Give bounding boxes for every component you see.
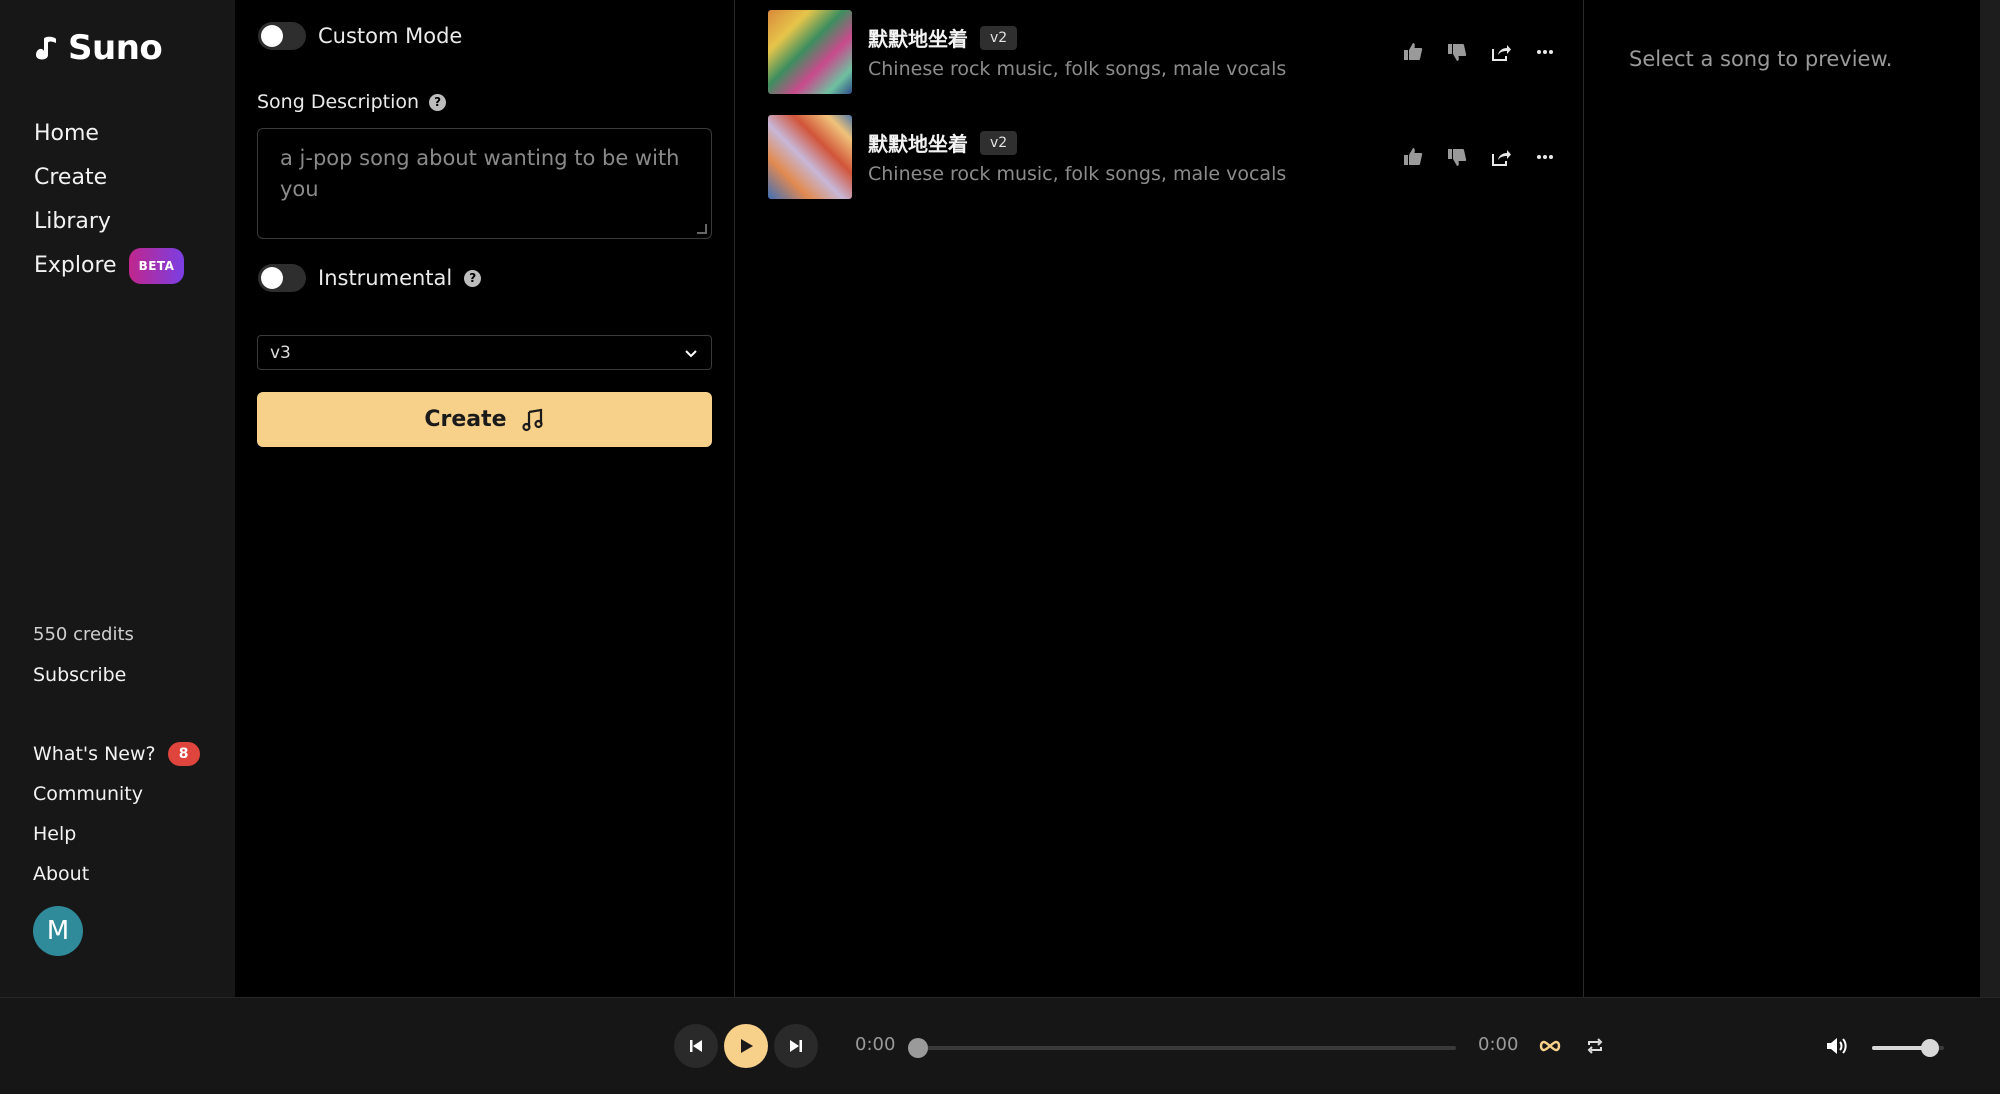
song-actions bbox=[1402, 146, 1556, 168]
song-title-row: 默默地坐着 v2 bbox=[868, 128, 1402, 157]
song-cover-image[interactable] bbox=[768, 114, 852, 199]
skip-previous-icon bbox=[690, 1040, 702, 1052]
help-link[interactable]: Help bbox=[33, 814, 200, 854]
volume-knob[interactable] bbox=[1920, 1039, 1939, 1057]
credits-count: 550 credits bbox=[33, 624, 134, 645]
nav-library[interactable]: Library bbox=[34, 200, 184, 244]
repeat-button[interactable] bbox=[1582, 1033, 1608, 1059]
song-description-input[interactable]: a j-pop song about wanting to be with yo… bbox=[257, 128, 712, 239]
main-nav: Home Create Library Explore BETA bbox=[34, 112, 185, 288]
song-info: 默默地坐着 v2 Chinese rock music, folk songs,… bbox=[868, 23, 1402, 80]
play-icon bbox=[741, 1039, 753, 1053]
song-item[interactable]: 默默地坐着 v2 Chinese rock music, folk songs,… bbox=[768, 9, 1568, 94]
song-actions bbox=[1402, 41, 1556, 63]
instrumental-label: Instrumental bbox=[318, 266, 453, 290]
song-description-text: a j-pop song about wanting to be with yo… bbox=[280, 146, 680, 201]
repeat-icon bbox=[1587, 1038, 1603, 1054]
share-icon[interactable] bbox=[1490, 41, 1512, 63]
thumbs-up-icon[interactable] bbox=[1402, 41, 1424, 63]
custom-mode-label: Custom Mode bbox=[318, 24, 463, 48]
custom-mode-toggle[interactable] bbox=[258, 22, 306, 50]
song-title[interactable]: 默默地坐着 bbox=[868, 128, 968, 157]
about-link[interactable]: About bbox=[33, 854, 200, 894]
volume-icon bbox=[1827, 1038, 1847, 1054]
more-options-icon[interactable] bbox=[1534, 41, 1556, 63]
logo-text: Suno bbox=[68, 28, 163, 68]
volume-slider[interactable] bbox=[1872, 1039, 1944, 1057]
thumbs-up-icon[interactable] bbox=[1402, 146, 1424, 168]
notification-badge: 8 bbox=[167, 742, 200, 766]
song-list: 默默地坐着 v2 Chinese rock music, folk songs,… bbox=[735, 0, 1584, 997]
scrollbar[interactable] bbox=[1980, 0, 2000, 997]
music-note-icon bbox=[521, 408, 543, 431]
play-button[interactable] bbox=[724, 1024, 768, 1068]
song-title-row: 默默地坐着 v2 bbox=[868, 23, 1402, 52]
version-badge: v2 bbox=[980, 130, 1018, 155]
custom-mode-row: Custom Mode bbox=[258, 22, 462, 50]
nav-explore[interactable]: Explore BETA bbox=[34, 244, 185, 288]
audio-player: 0:00 0:00 bbox=[0, 997, 2000, 1094]
loop-infinity-button[interactable] bbox=[1537, 1033, 1563, 1059]
duration: 0:00 bbox=[1478, 1034, 1519, 1055]
more-options-icon[interactable] bbox=[1534, 146, 1556, 168]
sidebar-bottom-links: What's New? 8 Community Help About bbox=[33, 734, 200, 894]
thumbs-down-icon[interactable] bbox=[1446, 146, 1468, 168]
volume-button[interactable] bbox=[1824, 1033, 1850, 1059]
song-cover-image[interactable] bbox=[768, 9, 852, 94]
instrumental-row: Instrumental ? bbox=[258, 264, 482, 292]
avatar[interactable]: M bbox=[33, 906, 83, 956]
song-item[interactable]: 默默地坐着 v2 Chinese rock music, folk songs,… bbox=[768, 114, 1568, 199]
resize-handle-icon[interactable] bbox=[697, 224, 707, 234]
song-tags: Chinese rock music, folk songs, male voc… bbox=[868, 163, 1287, 185]
nav-explore-label: Explore bbox=[34, 253, 117, 278]
create-form-panel: Custom Mode Song Description ? a j-pop s… bbox=[235, 0, 735, 997]
about-label: About bbox=[33, 863, 90, 885]
current-time: 0:00 bbox=[855, 1034, 896, 1055]
help-icon[interactable]: ? bbox=[429, 93, 447, 111]
song-description-label-row: Song Description ? bbox=[257, 91, 447, 113]
next-button[interactable] bbox=[774, 1024, 818, 1068]
help-label: Help bbox=[33, 823, 77, 845]
whats-new-label: What's New? bbox=[33, 743, 156, 765]
model-select-value: v3 bbox=[270, 342, 291, 363]
community-link[interactable]: Community bbox=[33, 774, 200, 814]
app-root: Suno Home Create Library Explore BETA 55… bbox=[0, 0, 2000, 1094]
chevron-down-icon bbox=[685, 349, 697, 357]
instrumental-toggle[interactable] bbox=[258, 264, 306, 292]
sidebar: Suno Home Create Library Explore BETA 55… bbox=[0, 0, 235, 997]
share-icon[interactable] bbox=[1490, 146, 1512, 168]
create-button[interactable]: Create bbox=[257, 392, 712, 447]
infinity-icon bbox=[1539, 1040, 1561, 1052]
song-description-label: Song Description bbox=[257, 91, 420, 113]
subscribe-link[interactable]: Subscribe bbox=[33, 664, 126, 686]
song-info: 默默地坐着 v2 Chinese rock music, folk songs,… bbox=[868, 128, 1402, 185]
nav-create[interactable]: Create bbox=[34, 156, 184, 200]
previous-button[interactable] bbox=[674, 1024, 718, 1068]
nav-create-label: Create bbox=[34, 165, 108, 190]
beta-badge: BETA bbox=[128, 248, 185, 284]
skip-next-icon bbox=[790, 1040, 802, 1052]
song-preview-panel: Select a song to preview. bbox=[1585, 0, 1980, 997]
nav-home[interactable]: Home bbox=[34, 112, 184, 156]
nav-home-label: Home bbox=[34, 121, 99, 146]
help-icon[interactable]: ? bbox=[464, 269, 482, 287]
model-select[interactable]: v3 bbox=[257, 335, 712, 370]
thumbs-down-icon[interactable] bbox=[1446, 41, 1468, 63]
nav-library-label: Library bbox=[34, 209, 111, 234]
create-button-label: Create bbox=[424, 407, 507, 432]
version-badge: v2 bbox=[980, 25, 1018, 50]
suno-logo-icon bbox=[36, 36, 56, 60]
progress-slider[interactable] bbox=[908, 1038, 1456, 1058]
progress-knob[interactable] bbox=[908, 1038, 928, 1058]
song-tags: Chinese rock music, folk songs, male voc… bbox=[868, 58, 1287, 80]
community-label: Community bbox=[33, 783, 143, 805]
suno-logo[interactable]: Suno bbox=[32, 28, 163, 68]
song-title[interactable]: 默默地坐着 bbox=[868, 23, 968, 52]
preview-placeholder: Select a song to preview. bbox=[1629, 47, 1893, 71]
whats-new-link[interactable]: What's New? 8 bbox=[33, 734, 200, 774]
